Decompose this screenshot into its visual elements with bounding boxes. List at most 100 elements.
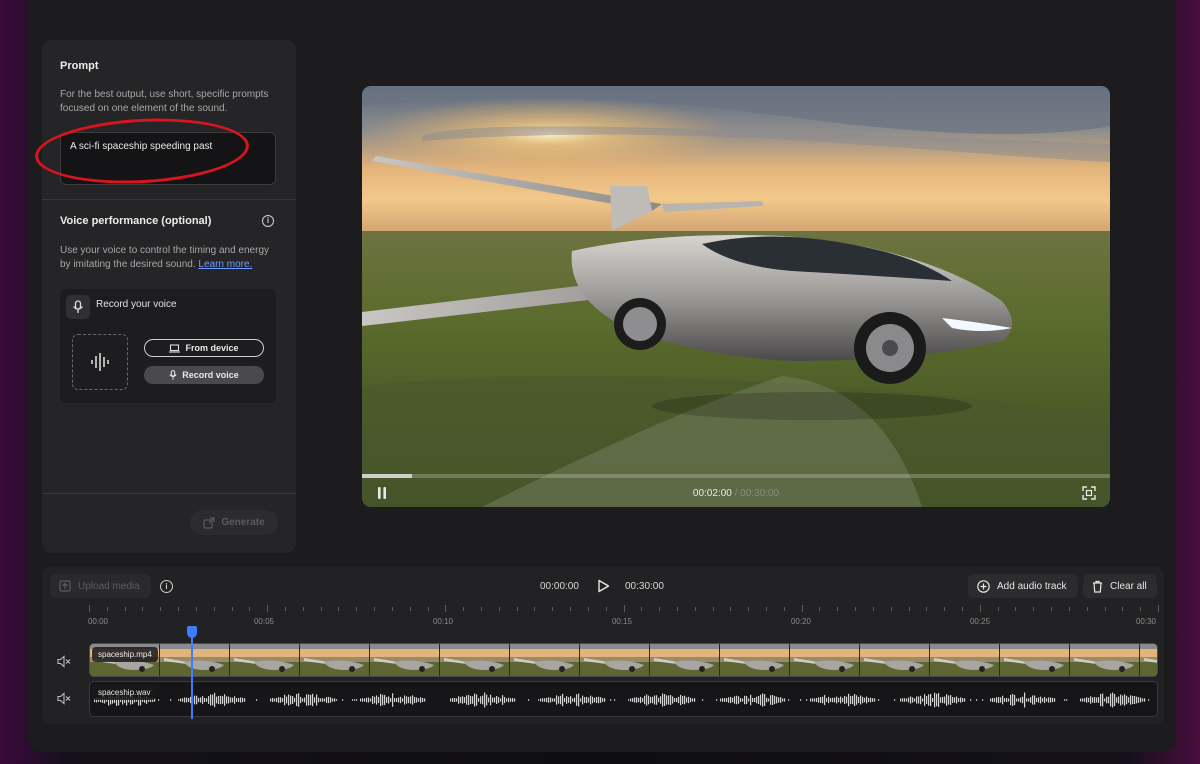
waveform-bar xyxy=(1142,698,1144,702)
video-preview[interactable]: 00:02:00 / 00:30:00 xyxy=(362,86,1110,507)
voice-drop-zone[interactable] xyxy=(72,334,128,390)
waveform-bar xyxy=(1138,697,1140,703)
ruler-tick xyxy=(498,607,500,611)
waveform-bar xyxy=(1082,698,1084,702)
waveform-bar xyxy=(500,698,502,702)
waveform-bar xyxy=(900,698,902,702)
waveform-bar xyxy=(278,697,280,703)
waveform-bar xyxy=(576,694,578,706)
video-progress-bar[interactable] xyxy=(362,474,1110,478)
ruler-tick xyxy=(89,605,90,612)
video-track[interactable]: spaceship.mp4 xyxy=(89,643,1158,677)
waveform-bar xyxy=(398,697,400,703)
generate-label: Generate xyxy=(221,517,265,528)
mute-icon[interactable] xyxy=(57,692,71,705)
mute-icon[interactable] xyxy=(57,655,71,668)
waveform-bar xyxy=(956,696,958,704)
video-thumbnail xyxy=(1070,644,1140,676)
waveform-bar xyxy=(934,692,936,708)
waveform-bar xyxy=(768,698,770,702)
play-icon[interactable] xyxy=(597,579,610,593)
record-voice-button[interactable]: Record voice xyxy=(144,366,264,384)
waveform-bar xyxy=(566,696,568,704)
ruler-tick xyxy=(872,607,874,611)
waveform-bar xyxy=(1104,698,1106,702)
waveform-bar xyxy=(632,698,634,702)
waveform-bar xyxy=(198,697,200,703)
waveform-bar xyxy=(574,697,576,703)
waveform-bar xyxy=(362,698,364,702)
waveform-bar xyxy=(178,699,180,701)
ruler-tick xyxy=(427,607,429,611)
waveform-bar xyxy=(782,698,784,702)
ruler-tick xyxy=(605,607,607,611)
plus-circle-icon xyxy=(977,579,990,593)
waveform-bar xyxy=(774,695,776,705)
waveform-bar xyxy=(1046,698,1048,702)
waveform-bar xyxy=(200,697,202,703)
waveform-bar xyxy=(330,697,332,703)
waveform-bar xyxy=(270,698,272,702)
ruler-tick xyxy=(213,607,215,611)
ruler-tick xyxy=(445,605,447,612)
waveform-bar xyxy=(954,697,956,703)
ruler-tick xyxy=(320,607,322,611)
ruler-tick xyxy=(997,607,999,611)
ruler-tick xyxy=(730,607,732,611)
video-thumbnail xyxy=(1000,644,1070,676)
ruler-tick xyxy=(1051,607,1053,611)
generation-panel: Prompt For the best output, use short, s… xyxy=(33,40,296,553)
waveform-bar xyxy=(610,699,612,701)
ruler-tick xyxy=(249,607,251,611)
waveform-bar xyxy=(538,699,540,701)
waveform-bar xyxy=(628,699,630,701)
waveform-bar xyxy=(722,698,724,702)
upload-media-button[interactable]: Upload media xyxy=(50,574,151,598)
ruler-tick xyxy=(338,607,340,611)
waveform-bar xyxy=(1042,698,1044,702)
waveform-bar xyxy=(280,697,282,703)
clear-all-button[interactable]: Clear all xyxy=(1083,574,1157,598)
waveform-bar xyxy=(1144,698,1146,702)
video-progress-fill xyxy=(362,474,413,478)
timeline-end-time: 00:30:00 xyxy=(625,581,664,592)
waveform-bar xyxy=(1066,699,1068,701)
video-thumbnail xyxy=(790,644,860,676)
waveform-bar xyxy=(212,694,214,706)
ruler-tick xyxy=(676,607,678,611)
ruler-tick xyxy=(409,607,411,611)
ruler-tick xyxy=(1140,607,1142,611)
waveform-bar xyxy=(848,693,850,707)
waveform-bar xyxy=(396,698,398,702)
waveform-bar xyxy=(764,694,766,706)
waveform-bar xyxy=(284,694,286,706)
generate-button[interactable]: Generate xyxy=(190,510,278,535)
waveform-bar xyxy=(1086,697,1088,703)
waveform-bar xyxy=(684,695,686,705)
waveform-bar xyxy=(312,693,314,707)
playhead-handle[interactable] xyxy=(187,626,197,638)
waveform-bar xyxy=(380,693,382,707)
info-icon[interactable]: i xyxy=(262,215,274,227)
waveform-bar xyxy=(234,696,236,704)
waveform-bar xyxy=(492,697,494,703)
prompt-input[interactable]: A sci-fi spaceship speeding past xyxy=(60,132,276,185)
fullscreen-icon[interactable] xyxy=(1082,486,1096,500)
learn-more-link[interactable]: Learn more. xyxy=(198,259,252,270)
info-icon[interactable]: i xyxy=(160,580,173,593)
waveform-bar xyxy=(506,698,508,702)
ruler-tick xyxy=(516,607,518,611)
waveform-bar xyxy=(320,698,322,702)
add-audio-track-button[interactable]: Add audio track xyxy=(968,574,1078,598)
waveform-bar xyxy=(652,696,654,704)
waveform-bar xyxy=(474,693,476,707)
waveform-bar xyxy=(1114,693,1116,707)
waveform-bar xyxy=(856,695,858,705)
from-device-button[interactable]: From device xyxy=(144,339,264,357)
ruler-tick xyxy=(908,607,910,611)
playhead[interactable] xyxy=(191,632,193,719)
audio-track[interactable]: spaceship.wav xyxy=(89,681,1158,717)
waveform-bar xyxy=(952,697,954,703)
waveform-bar xyxy=(306,694,308,706)
ruler-tick xyxy=(391,607,393,611)
